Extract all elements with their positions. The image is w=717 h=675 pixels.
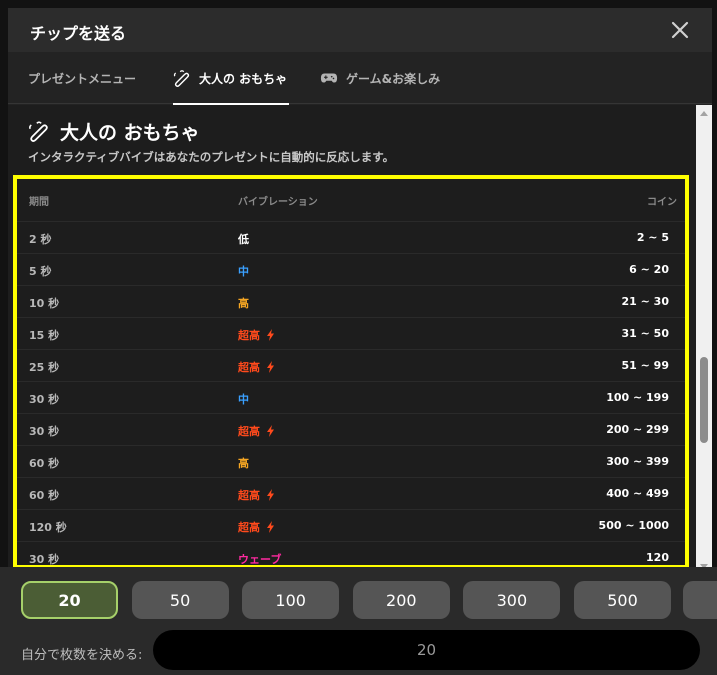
vibration-label: 超高 (238, 425, 260, 438)
tab-label: ゲーム&お楽しみ (346, 71, 441, 86)
row-coins: 300 ~ 399 (606, 455, 669, 468)
lightning-icon (267, 425, 274, 437)
lightning-icon (267, 489, 274, 501)
gamepad-icon (320, 73, 338, 83)
custom-amount-label: 自分で枚数を決める: (21, 648, 143, 663)
amount-chip-500[interactable]: 500 (574, 581, 671, 619)
vibration-label: ウェーブ (238, 553, 282, 566)
lightning-icon (267, 361, 274, 373)
tab-label: 大人の おもちゃ (199, 71, 288, 86)
section-header: 大人の おもちゃ (28, 117, 200, 145)
tab-present-menu[interactable]: プレゼントメニュー (28, 52, 136, 104)
close-icon[interactable] (668, 18, 692, 42)
row-vibration: 超高 (238, 327, 275, 343)
amount-chip-100[interactable]: 100 (242, 581, 340, 619)
amount-chip-200[interactable]: 200 (352, 581, 450, 619)
toy-icon (29, 121, 48, 142)
row-duration: 2 秒 (29, 233, 52, 246)
vibration-label: 中 (238, 393, 249, 406)
section-title: 大人の おもちゃ (60, 121, 200, 144)
dialog-header: チップを送る (8, 8, 712, 52)
tab-label: プレゼントメニュー (28, 71, 137, 86)
row-coins: 31 ~ 50 (621, 327, 670, 340)
amount-chip-50[interactable]: 50 (131, 581, 229, 619)
row-coins: 51 ~ 99 (621, 359, 670, 372)
row-coins: 21 ~ 30 (621, 295, 670, 308)
vibration-label: 低 (238, 233, 249, 246)
row-duration: 60 秒 (29, 457, 60, 470)
row-duration: 25 秒 (29, 361, 60, 374)
vibration-label: 超高 (238, 361, 260, 374)
header-coins: コイン (647, 197, 677, 208)
row-duration: 10 秒 (29, 297, 60, 310)
row-coins: 500 ~ 1000 (598, 519, 669, 532)
table-row: 30 秒 ウェーブ 120 (17, 541, 685, 570)
row-vibration: ウェーブ (238, 551, 281, 567)
vibration-label: 中 (238, 265, 249, 278)
table-row: 5 秒 中 6 ~ 20 (17, 253, 685, 285)
row-duration: 60 秒 (29, 489, 60, 502)
row-vibration: 中 (238, 263, 249, 279)
table-row: 30 秒 中 100 ~ 199 (17, 381, 685, 413)
row-coins: 120 (646, 551, 669, 564)
vibration-label: 超高 (238, 329, 260, 342)
table-row: 120 秒 超高 500 ~ 1000 (17, 509, 685, 541)
amount-chip-300[interactable]: 300 (463, 581, 561, 619)
tab-bar: プレゼントメニュー 大人の おもちゃ ゲーム&お楽しみ (8, 52, 712, 105)
scrollbar-thumb[interactable] (700, 357, 708, 443)
table-row: 25 秒 超高 51 ~ 99 (17, 349, 685, 381)
amount-chip-more[interactable] (683, 581, 717, 619)
table-row: 15 秒 超高 31 ~ 50 (17, 317, 685, 349)
vibration-table: 期間 バイブレーション コイン 2 秒低2 ~ 55 秒中6 ~ 20 10 秒高… (13, 175, 689, 569)
table-row: 10 秒 高 21 ~ 30 (17, 285, 685, 317)
amount-bar: 20 50 100 200 300 500 自分で枚数を決める: 20 (0, 567, 717, 675)
row-vibration: 高 (238, 295, 249, 311)
lightning-icon (267, 521, 274, 533)
row-vibration: 低 (238, 231, 249, 247)
amount-chip-20[interactable]: 20 (21, 581, 118, 619)
vibration-label: 超高 (238, 489, 260, 502)
toy-icon (173, 70, 190, 87)
row-coins: 400 ~ 499 (606, 487, 669, 500)
row-vibration: 高 (238, 455, 249, 471)
custom-amount-input[interactable]: 20 (153, 630, 700, 670)
row-duration: 30 秒 (29, 425, 60, 438)
row-vibration: 超高 (238, 359, 275, 375)
row-coins: 2 ~ 5 (636, 231, 669, 244)
lightning-icon (267, 329, 274, 341)
vibration-label: 高 (238, 457, 249, 470)
row-coins: 6 ~ 20 (629, 263, 669, 276)
vibration-label: 超高 (238, 521, 260, 534)
table-header: 期間 バイブレーション コイン (17, 179, 685, 221)
toy-content-panel: 大人の おもちゃ インタラクティブバイブはあなたのプレゼントに自動的に反応します… (8, 105, 696, 570)
tab-adult-toys[interactable]: 大人の おもちゃ (173, 52, 290, 105)
row-duration: 30 秒 (29, 553, 60, 566)
table-row: 30 秒 超高 200 ~ 299 (17, 413, 685, 445)
row-vibration: 超高 (238, 423, 275, 439)
scrollbar[interactable] (696, 105, 712, 575)
row-vibration: 中 (238, 391, 249, 407)
row-duration: 120 秒 (29, 521, 67, 534)
header-vibration: バイブレーション (238, 197, 318, 208)
row-duration: 5 秒 (29, 265, 52, 278)
vibration-label: 高 (238, 297, 249, 310)
table-row: 2 秒 低 2 ~ 5 (17, 221, 685, 253)
row-vibration: 超高 (238, 519, 275, 535)
tab-games[interactable]: ゲーム&お楽しみ (320, 52, 440, 104)
row-duration: 30 秒 (29, 393, 60, 406)
row-coins: 200 ~ 299 (606, 423, 669, 436)
dialog-title: チップを送る (30, 24, 127, 43)
header-duration: 期間 (29, 197, 49, 208)
section-subtitle: インタラクティブバイブはあなたのプレゼントに自動的に反応します。 (28, 150, 395, 164)
row-duration: 15 秒 (29, 329, 60, 342)
row-vibration: 超高 (238, 487, 275, 503)
scroll-up-arrow-icon[interactable] (700, 111, 708, 116)
row-coins: 100 ~ 199 (606, 391, 669, 404)
table-row: 60 秒 超高 400 ~ 499 (17, 477, 685, 509)
table-row: 60 秒 高 300 ~ 399 (17, 445, 685, 477)
